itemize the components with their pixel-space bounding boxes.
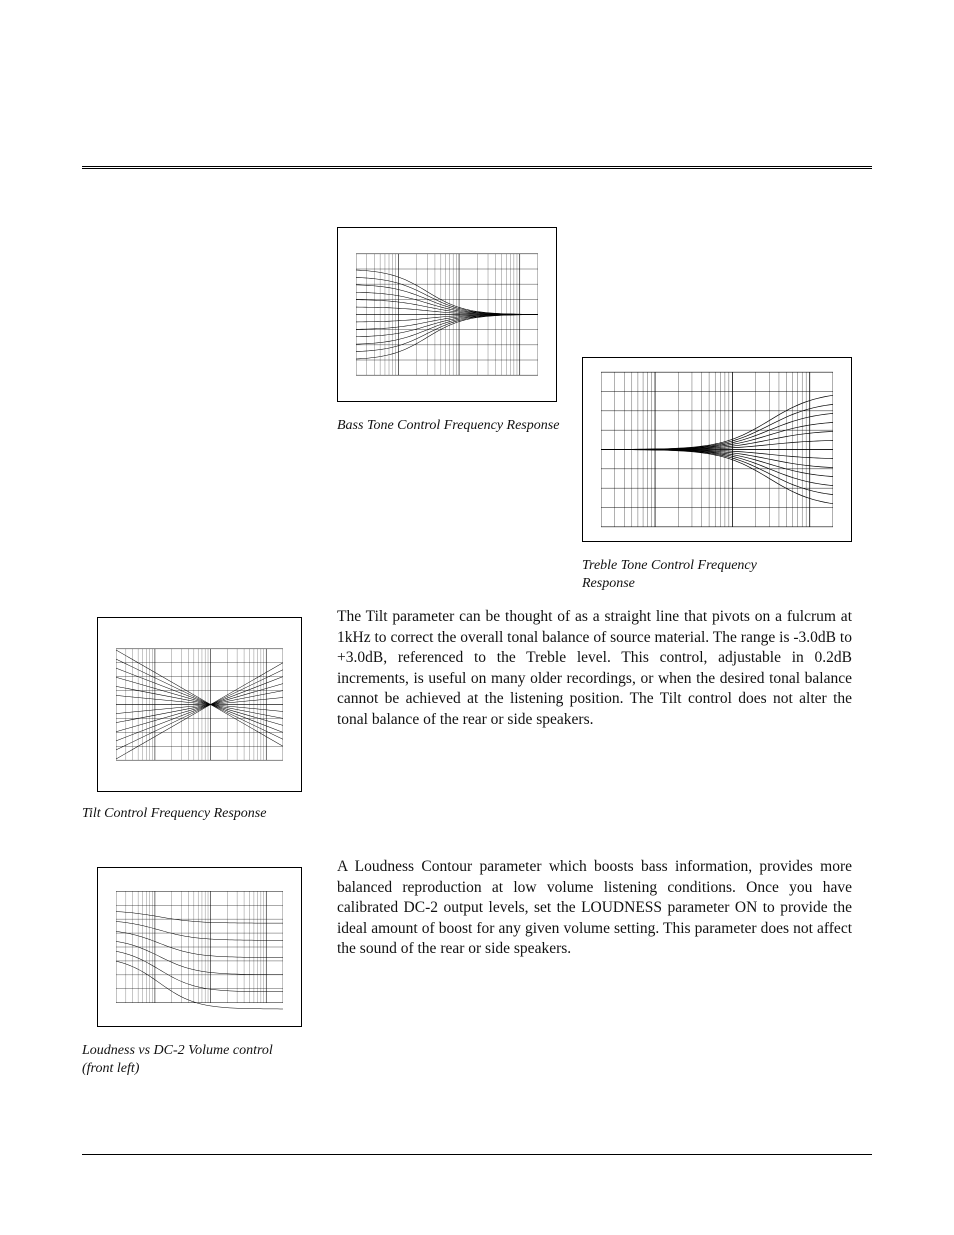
tilt-paragraph: The Tilt parameter can be thought of as …: [337, 607, 852, 731]
loudness-chart: [97, 867, 302, 1027]
bass-chart: [337, 227, 557, 402]
loudness-caption: Loudness vs DC-2 Volume control (front l…: [82, 1042, 297, 1077]
treble-caption: Treble Tone Control Frequency Response: [582, 557, 792, 592]
tilt-chart: [97, 617, 302, 792]
bass-chart-svg: [356, 240, 538, 389]
treble-chart-svg: [601, 370, 833, 529]
bottom-rule: [82, 1154, 872, 1155]
loudness-chart-svg: [116, 880, 283, 1014]
tilt-chart-svg: [116, 630, 283, 779]
top-rule: [82, 166, 872, 169]
bass-caption: Bass Tone Control Frequency Response: [337, 417, 577, 435]
treble-chart: [582, 357, 852, 542]
loudness-paragraph: A Loudness Contour parameter which boost…: [337, 857, 852, 960]
tilt-caption: Tilt Control Frequency Response: [82, 805, 312, 823]
